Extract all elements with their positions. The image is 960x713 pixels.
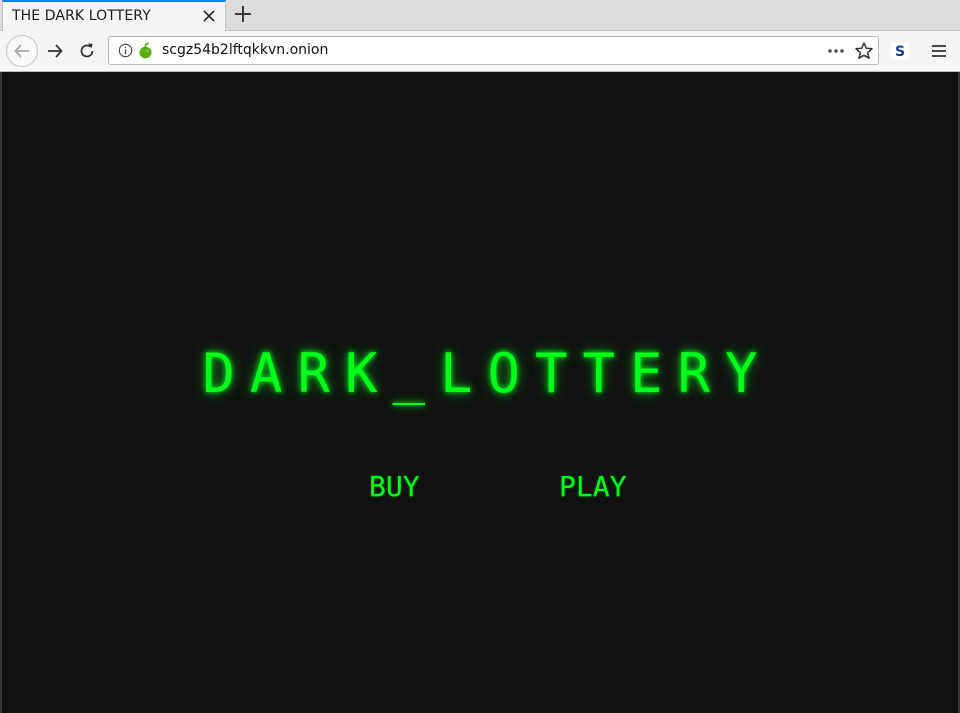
navigation-bar: scgz54b2lftqkkvn.onion S [0, 31, 960, 72]
tab-title: THE DARK LOTTERY [12, 8, 151, 24]
info-icon[interactable] [118, 43, 133, 58]
back-button[interactable] [6, 35, 38, 67]
hamburger-menu-icon[interactable] [929, 41, 949, 61]
site-title: DARK_LOTTERY [202, 342, 773, 405]
reload-button[interactable] [71, 35, 103, 67]
star-icon[interactable] [854, 41, 874, 61]
tab-active[interactable]: THE DARK LOTTERY [2, 0, 226, 31]
page-content: DARK_LOTTERY BUY PLAY [2, 72, 958, 713]
url-text: scgz54b2lftqkkvn.onion [162, 42, 329, 58]
plus-icon[interactable] [232, 3, 254, 25]
address-bar[interactable]: scgz54b2lftqkkvn.onion [108, 36, 879, 65]
arrow-left-icon [14, 44, 29, 58]
more-dots-icon[interactable] [826, 42, 846, 60]
extension-label: S [895, 44, 905, 60]
buy-button[interactable]: BUY [369, 470, 420, 503]
browser-window: THE DARK LOTTERY scgz54b2lftqkkvn.onion … [0, 0, 960, 713]
close-icon[interactable] [201, 8, 217, 24]
forward-button[interactable] [39, 35, 71, 67]
extension-icon[interactable]: S [890, 41, 910, 61]
onion-icon [139, 42, 152, 59]
arrow-right-icon [48, 44, 63, 58]
tab-bar: THE DARK LOTTERY [0, 0, 960, 31]
play-button[interactable]: PLAY [559, 470, 626, 503]
reload-icon [80, 43, 94, 58]
